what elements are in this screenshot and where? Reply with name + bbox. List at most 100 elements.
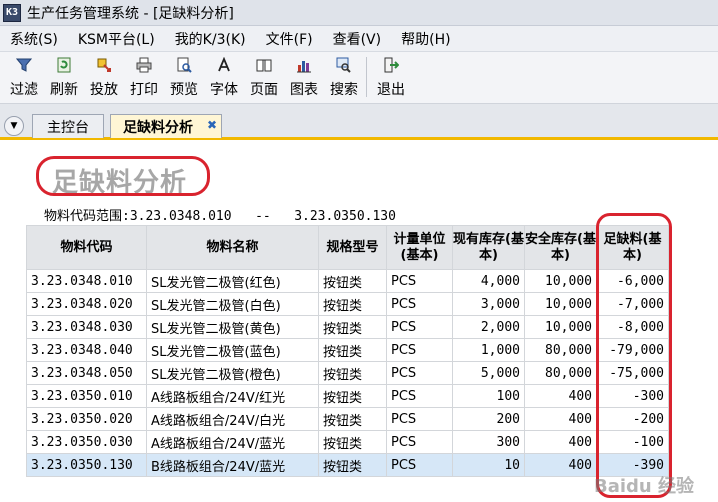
print-icon <box>135 56 153 74</box>
table-row[interactable]: 3.23.0350.010 A线路板组合/24V/红光 按钮类 PCS 100 … <box>26 384 669 408</box>
menu-file[interactable]: 文件(F) <box>256 29 323 49</box>
preview-label: 预览 <box>170 82 198 98</box>
cell-stock: 2,000 <box>452 315 525 339</box>
cell-unit: PCS <box>386 269 453 293</box>
column-header-stock[interactable]: 现有库存(基本) <box>452 225 525 270</box>
cell-unit: PCS <box>386 430 453 454</box>
cell-name: A线路板组合/24V/红光 <box>146 384 319 408</box>
cell-safety-stock: 10,000 <box>524 315 597 339</box>
cell-safety-stock: 400 <box>524 407 597 431</box>
filter-icon <box>15 56 33 74</box>
cell-spec: 按钮类 <box>318 453 387 477</box>
release-button[interactable]: 投放 <box>84 52 124 102</box>
tab-list-dropdown[interactable]: ▼ <box>4 116 24 136</box>
cell-spec: 按钮类 <box>318 430 387 454</box>
table-row-selected[interactable]: 3.23.0350.130 B线路板组合/24V/蓝光 按钮类 PCS 10 4… <box>26 453 669 477</box>
material-range: 物料代码范围:3.23.0348.010 -- 3.23.0350.130 <box>44 205 396 224</box>
table-row[interactable]: 3.23.0350.030 A线路板组合/24V/蓝光 按钮类 PCS 300 … <box>26 430 669 454</box>
cell-name: A线路板组合/24V/蓝光 <box>146 430 319 454</box>
toolbar-separator <box>366 57 367 97</box>
exit-label: 退出 <box>377 82 405 98</box>
table-row[interactable]: 3.23.0348.030 SL发光管二极管(黄色) 按钮类 PCS 2,000… <box>26 315 669 339</box>
exit-button[interactable]: 退出 <box>371 52 411 102</box>
menu-help[interactable]: 帮助(H) <box>391 29 460 49</box>
cell-stock: 4,000 <box>452 269 525 293</box>
tab-shortage-analysis-label: 足缺料分析 <box>123 119 193 136</box>
filter-button[interactable]: 过滤 <box>4 52 44 102</box>
menu-my-k3[interactable]: 我的K/3(K) <box>165 29 256 49</box>
app-logo-icon: K3 <box>3 3 21 22</box>
cell-safety-stock: 80,000 <box>524 361 597 385</box>
cell-spec: 按钮类 <box>318 315 387 339</box>
table-row[interactable]: 3.23.0348.020 SL发光管二极管(白色) 按钮类 PCS 3,000… <box>26 292 669 316</box>
column-header-safety-stock[interactable]: 安全库存(基本) <box>524 225 597 270</box>
release-label: 投放 <box>90 82 118 98</box>
column-header-name[interactable]: 物料名称 <box>146 225 319 270</box>
font-button[interactable]: 字体 <box>204 52 244 102</box>
search-label: 搜索 <box>330 82 358 98</box>
cell-code: 3.23.0350.130 <box>26 453 147 477</box>
column-header-unit[interactable]: 计量单位(基本) <box>386 225 453 270</box>
cell-spec: 按钮类 <box>318 292 387 316</box>
cell-stock: 200 <box>452 407 525 431</box>
cell-spec: 按钮类 <box>318 338 387 362</box>
preview-icon <box>175 56 193 74</box>
cell-stock: 3,000 <box>452 292 525 316</box>
cell-safety-stock: 80,000 <box>524 338 597 362</box>
menu-ksm-platform[interactable]: KSM平台(L) <box>68 29 165 49</box>
print-button[interactable]: 打印 <box>124 52 164 102</box>
window-title: 生产任务管理系统 - [足缺料分析] <box>27 5 234 22</box>
cell-spec: 按钮类 <box>318 269 387 293</box>
refresh-button[interactable]: 刷新 <box>44 52 84 102</box>
tab-main-console[interactable]: 主控台 <box>32 114 104 138</box>
cell-spec: 按钮类 <box>318 384 387 408</box>
table-row[interactable]: 3.23.0348.010 SL发光管二极管(红色) 按钮类 PCS 4,000… <box>26 269 669 293</box>
chevron-down-icon: ▼ <box>10 121 18 131</box>
column-header-code[interactable]: 物料代码 <box>26 225 147 270</box>
cell-unit: PCS <box>386 338 453 362</box>
cell-code: 3.23.0348.010 <box>26 269 147 293</box>
cell-name: SL发光管二极管(蓝色) <box>146 338 319 362</box>
report-content: 足缺料分析 物料代码范围:3.23.0348.010 -- 3.23.0350.… <box>0 143 718 502</box>
close-icon[interactable]: ✖ <box>207 118 217 132</box>
font-icon <box>215 56 233 74</box>
cell-stock: 300 <box>452 430 525 454</box>
table-row[interactable]: 3.23.0348.050 SL发光管二极管(橙色) 按钮类 PCS 5,000… <box>26 361 669 385</box>
page-button[interactable]: 页面 <box>244 52 284 102</box>
shortage-table: 物料代码 物料名称 规格型号 计量单位(基本) 现有库存(基本) 安全库存(基本… <box>26 225 669 477</box>
toolbar: 过滤 刷新 投放 打印 预览 字体 页面 图表 搜索 退出 <box>0 52 718 104</box>
cell-code: 3.23.0350.020 <box>26 407 147 431</box>
cell-code: 3.23.0350.030 <box>26 430 147 454</box>
tab-main-console-label: 主控台 <box>47 119 89 136</box>
cell-spec: 按钮类 <box>318 407 387 431</box>
menu-view[interactable]: 查看(V) <box>323 29 392 49</box>
highlight-oval-title <box>36 156 210 196</box>
page-icon <box>255 56 273 74</box>
cell-unit: PCS <box>386 292 453 316</box>
cell-spec: 按钮类 <box>318 361 387 385</box>
menu-system[interactable]: 系统(S) <box>0 29 68 49</box>
table-row[interactable]: 3.23.0350.020 A线路板组合/24V/白光 按钮类 PCS 200 … <box>26 407 669 431</box>
filter-label: 过滤 <box>10 82 38 98</box>
cell-safety-stock: 10,000 <box>524 269 597 293</box>
column-header-spec[interactable]: 规格型号 <box>318 225 387 270</box>
font-label: 字体 <box>210 82 238 98</box>
cell-name: SL发光管二极管(白色) <box>146 292 319 316</box>
table-header-row: 物料代码 物料名称 规格型号 计量单位(基本) 现有库存(基本) 安全库存(基本… <box>26 225 669 270</box>
page-label: 页面 <box>250 82 278 98</box>
cell-unit: PCS <box>386 453 453 477</box>
cell-unit: PCS <box>386 407 453 431</box>
table-row[interactable]: 3.23.0348.040 SL发光管二极管(蓝色) 按钮类 PCS 1,000… <box>26 338 669 362</box>
cell-stock: 5,000 <box>452 361 525 385</box>
cell-stock: 10 <box>452 453 525 477</box>
preview-button[interactable]: 预览 <box>164 52 204 102</box>
cell-name: SL发光管二极管(红色) <box>146 269 319 293</box>
search-button[interactable]: 搜索 <box>324 52 364 102</box>
cell-stock: 100 <box>452 384 525 408</box>
cell-safety-stock: 400 <box>524 453 597 477</box>
tab-shortage-analysis[interactable]: 足缺料分析 ✖ <box>110 114 222 138</box>
tab-strip: ▼ 主控台 足缺料分析 ✖ <box>0 104 718 140</box>
chart-button[interactable]: 图表 <box>284 52 324 102</box>
cell-name: SL发光管二极管(橙色) <box>146 361 319 385</box>
exit-icon <box>382 56 400 74</box>
